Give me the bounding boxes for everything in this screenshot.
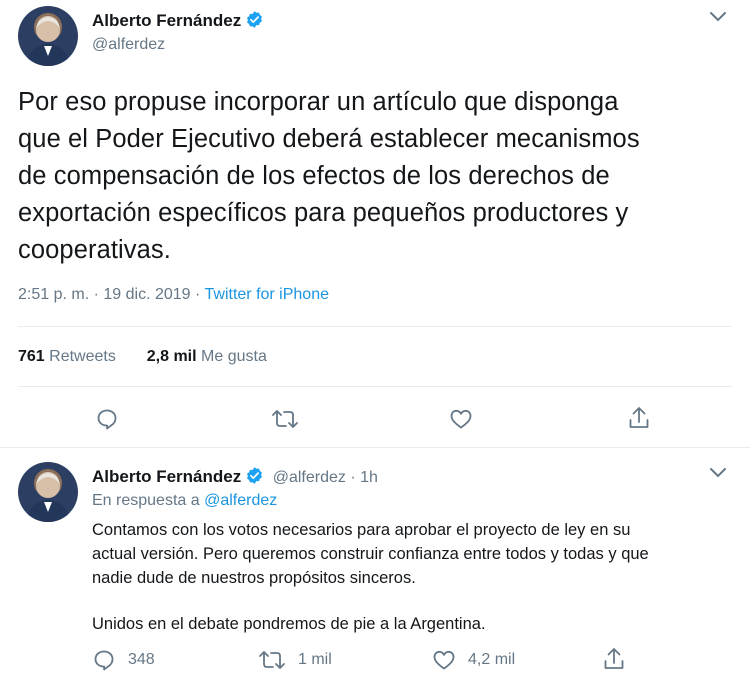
reply-reply-action[interactable]: 348 [92,648,155,672]
reply-likes-count: 4,2 mil [468,651,516,668]
retweets-label: Retweets [49,348,116,365]
share-icon[interactable] [626,404,652,432]
like-icon [433,650,455,670]
in-reply-prefix: En respuesta a [92,492,200,509]
verified-badge-icon [245,466,264,490]
main-author-name[interactable]: Alberto Fernández [92,10,264,34]
main-tweet-text: Por eso propuse incorporar un artículo q… [18,84,738,269]
reply-time[interactable]: · 1h [350,469,378,486]
like-icon[interactable] [448,406,474,432]
tweet-text-line: exportación específicos para pequeños pr… [18,199,629,227]
reply-text-line: actual versión. Pero queremos construir … [92,545,649,563]
tweet-date[interactable]: 19 dic. 2019 [103,286,190,303]
reply-icon [94,650,114,671]
reply-share-action[interactable] [602,646,626,677]
more-options-chevron-icon[interactable] [708,10,728,29]
meta-separator: · [190,286,205,303]
reply-text-line: nadie dude de nuestros propósitos sincer… [92,569,416,587]
tweet-source-link[interactable]: Twitter for iPhone [205,286,330,303]
avatar-image [26,473,70,522]
divider [18,326,732,327]
author-name-text[interactable]: Alberto Fernández [92,11,241,30]
divider [18,386,732,387]
tweet-text-line: de compensación de los efectos de los de… [18,162,610,190]
reply-retweets-count: 1 mil [298,651,332,668]
tweet-text-line: Por eso propuse incorporar un artículo q… [18,88,619,116]
reply-author-handle[interactable]: @alferdez [273,469,346,486]
in-reply-to: En respuesta a @alferdez [92,492,277,510]
meta-separator: · [89,286,104,303]
reply-author-name[interactable]: Alberto Fernández [92,467,241,486]
tweet-text-line: que el Poder Ejecutivo deberá establecer… [18,125,640,153]
verified-badge-icon [245,10,264,34]
likes-stat[interactable]: 2,8 mil Me gusta [147,348,267,365]
retweet-icon[interactable] [270,406,300,432]
reply-text-paragraph: Unidos en el debate pondremos de pie a l… [92,615,486,633]
share-icon [604,648,624,669]
reply-author-avatar[interactable] [18,462,78,522]
retweets-count: 761 [18,348,45,365]
tweet-time[interactable]: 2:51 p. m. [18,286,89,303]
reply-header: Alberto Fernández @alferdez · 1h [92,466,378,490]
retweets-stat[interactable]: 761 Retweets [18,348,116,365]
in-reply-handle-link[interactable]: @alferdez [204,492,277,509]
likes-label: Me gusta [201,348,267,365]
reply-more-options-chevron-icon[interactable] [708,466,728,485]
likes-count: 2,8 mil [146,348,197,365]
reply-tweet-text: Contamos con los votos necesarios para a… [92,518,742,590]
main-author-avatar[interactable] [18,6,78,66]
main-author-handle[interactable]: @alferdez [92,36,165,54]
tweet-metadata: 2:51 p. m. · 19 dic. 2019 · Twitter for … [18,286,329,304]
tweet-stats: 761 Retweets 2,8 mil Me gusta [18,348,267,366]
reply-retweet-action[interactable]: 1 mil [258,648,332,672]
reply-text-line: Contamos con los votos necesarios para a… [92,521,631,539]
avatar-image [26,17,70,66]
tweet-text-line: cooperativas. [18,236,171,264]
thread-divider [0,447,750,448]
reply-like-action[interactable]: 4,2 mil [432,648,515,672]
reply-icon[interactable] [94,406,120,432]
retweet-icon [259,651,285,669]
replies-count: 348 [128,651,155,668]
